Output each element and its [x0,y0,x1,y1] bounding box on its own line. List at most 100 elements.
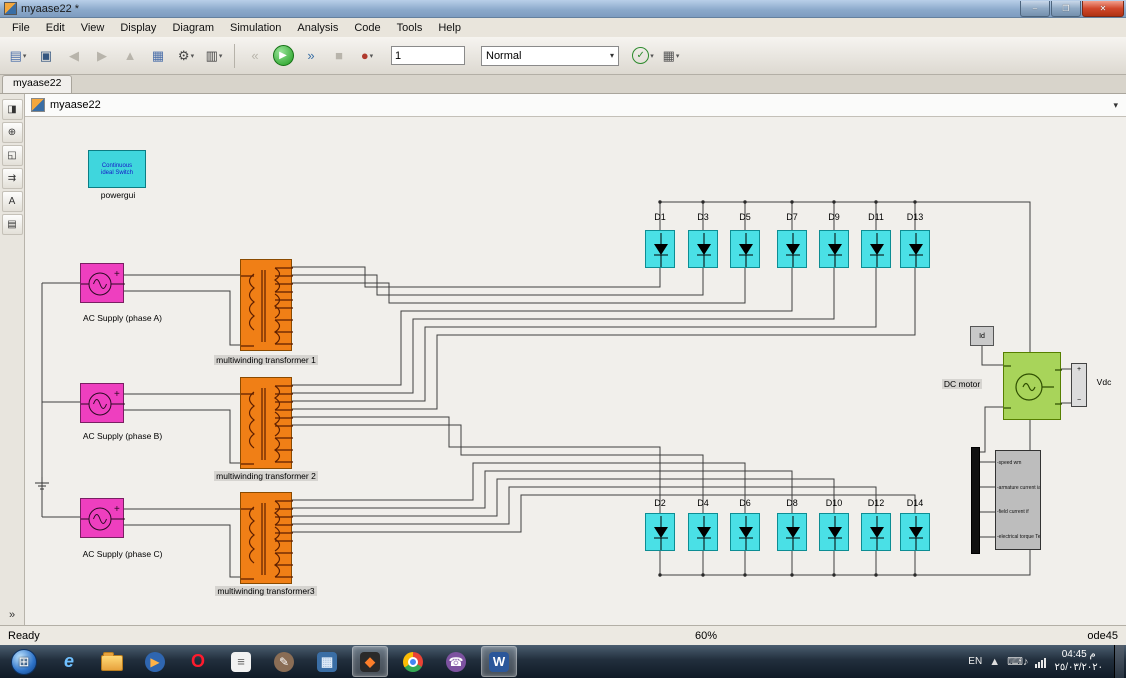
diode-block-d4[interactable] [688,513,718,551]
highlight-button[interactable]: ● ▾ [353,43,381,69]
diode-block-d11[interactable] [861,230,891,268]
network-icon[interactable] [1035,656,1047,668]
text-editor-button[interactable]: ≡ [223,646,259,677]
hidden-icons-button[interactable]: ▲ [989,656,1000,668]
menu-diagram[interactable]: Diagram [164,21,222,35]
diode-block-d14[interactable] [900,513,930,551]
diode-block-d5[interactable] [730,230,760,268]
menu-view[interactable]: View [73,21,113,35]
diode-block-d8[interactable] [777,513,807,551]
diode-block-d6[interactable] [730,513,760,551]
sidebar-more-button[interactable]: » [9,609,15,621]
annotation-button[interactable]: A [1,191,23,212]
stop-icon: ■ [335,48,343,63]
back-button[interactable]: ◀ [60,43,88,69]
volume-icon[interactable]: ♪ [1023,656,1029,668]
menu-tools[interactable]: Tools [389,21,431,35]
save-button[interactable]: ▣ [32,43,60,69]
model-canvas[interactable]: Continuous ideal Switch powergui DC moto… [25,117,1126,625]
diode-block-d2[interactable] [645,513,675,551]
diode-block-d10[interactable] [819,513,849,551]
menu-help[interactable]: Help [430,21,469,35]
menu-code[interactable]: Code [346,21,388,35]
signal-routing-button[interactable]: ⇉ [1,168,23,189]
stop-time-input[interactable] [391,46,465,65]
show-desktop-button[interactable] [1114,645,1124,678]
scope-block[interactable]: -speed wm -armature current ia -field curr… [995,450,1041,550]
library-browser-icon: ▦ [151,47,165,63]
model-configuration-button[interactable]: ▥ ▾ [200,43,228,69]
chrome-icon [403,651,423,672]
menu-analysis[interactable]: Analysis [289,21,346,35]
status-ready: Ready [8,629,40,642]
diode-block-d12[interactable] [861,513,891,551]
dc-motor-block[interactable] [1003,352,1062,420]
palette-sidebar: ◨ ⊕ ◱ ⇉ A ▤ » [0,94,25,625]
menu-edit[interactable]: Edit [38,21,73,35]
clock[interactable]: 04:45 م ٢٥/٠٣/٢٠٢٠ [1054,649,1103,674]
diode-block-d13[interactable] [900,230,930,268]
menu-file[interactable]: File [4,21,38,35]
up-to-parent-button[interactable]: ▲ [116,43,144,69]
transformer-windings-icon [241,500,293,580]
chrome-button[interactable] [395,646,431,677]
build-button[interactable]: ▦ ▾ [657,43,685,69]
keyboard-icon[interactable]: ⌨ [1007,656,1023,668]
demux-block[interactable] [971,447,980,554]
transformer-label: multiwinding transformer 2 [214,471,318,481]
run-button[interactable]: ▶ [269,43,297,69]
library-browser-button[interactable]: ▦ [144,43,172,69]
voltage-measure-block[interactable]: + − [1071,363,1087,407]
media-player-button[interactable]: ▶ [137,646,173,677]
titlebar: myaase22 * – ❐ ✕ [0,0,1126,18]
transformer-block[interactable] [240,259,293,351]
show-model-browser-button[interactable]: ◨ [1,99,23,120]
menu-simulation[interactable]: Simulation [222,21,289,35]
ac-supply-block[interactable]: + [80,498,125,538]
diode-block-d1[interactable] [645,230,675,268]
calculator-button[interactable]: ▦ [309,646,345,677]
file-explorer-button[interactable] [94,646,130,677]
sim-mode-value: Normal [486,49,522,62]
diode-block-d7[interactable] [777,230,807,268]
breadcrumb-dropdown-icon[interactable]: ▾ [1113,100,1120,111]
new-model-button[interactable]: ▤ ▾ [4,43,32,69]
svg-text:+: + [114,504,120,515]
word-button[interactable]: W [481,646,517,677]
current-measure-block[interactable]: Id [970,326,994,346]
zoom-button[interactable]: ⊕ [1,122,23,143]
language-indicator[interactable]: EN [968,656,982,667]
stop-button[interactable]: ■ [325,43,353,69]
opera-button[interactable]: O [180,646,216,677]
status-solver[interactable]: ode45 [1087,630,1118,642]
configure-button[interactable]: ⚙ ▾ [172,43,200,69]
dc-motor-icon [1004,365,1062,409]
maximize-button[interactable]: ❐ [1051,0,1081,17]
diode-block-d3[interactable] [688,230,718,268]
screenshot-button[interactable]: ▤ [1,214,23,235]
start-button[interactable]: ⊞ [4,646,44,677]
ac-supply-block[interactable]: + [80,263,125,303]
internet-explorer-button[interactable]: e [51,646,87,677]
matlab-button[interactable]: ◆ [352,646,388,677]
forward-button[interactable]: ▶ [88,43,116,69]
sim-mode-select[interactable]: Normal ▾ [481,45,619,66]
gimp-button[interactable]: ✎ [266,646,302,677]
ac-supply-block[interactable]: + [80,383,125,423]
transformer-block[interactable] [240,492,293,584]
diode-block-d9[interactable] [819,230,849,268]
close-button[interactable]: ✕ [1082,0,1124,17]
transformer-block[interactable] [240,377,293,469]
tab-myaase22[interactable]: myaase22 [2,75,73,93]
viber-button[interactable]: ☎ [438,646,474,677]
powergui-block[interactable]: Continuous ideal Switch [88,150,146,188]
annotation-icon: A [8,196,16,207]
minimize-button[interactable]: – [1020,0,1050,17]
step-forward-button[interactable]: » [297,43,325,69]
menu-display[interactable]: Display [112,21,164,35]
ac-supply-label: AC Supply (phase B) [82,431,163,441]
fit-to-view-button[interactable]: ◱ [1,145,23,166]
step-back-button[interactable]: « [241,43,269,69]
update-diagram-button[interactable]: ✓ ▾ [629,43,657,69]
ac-source-icon: + [81,389,125,416]
